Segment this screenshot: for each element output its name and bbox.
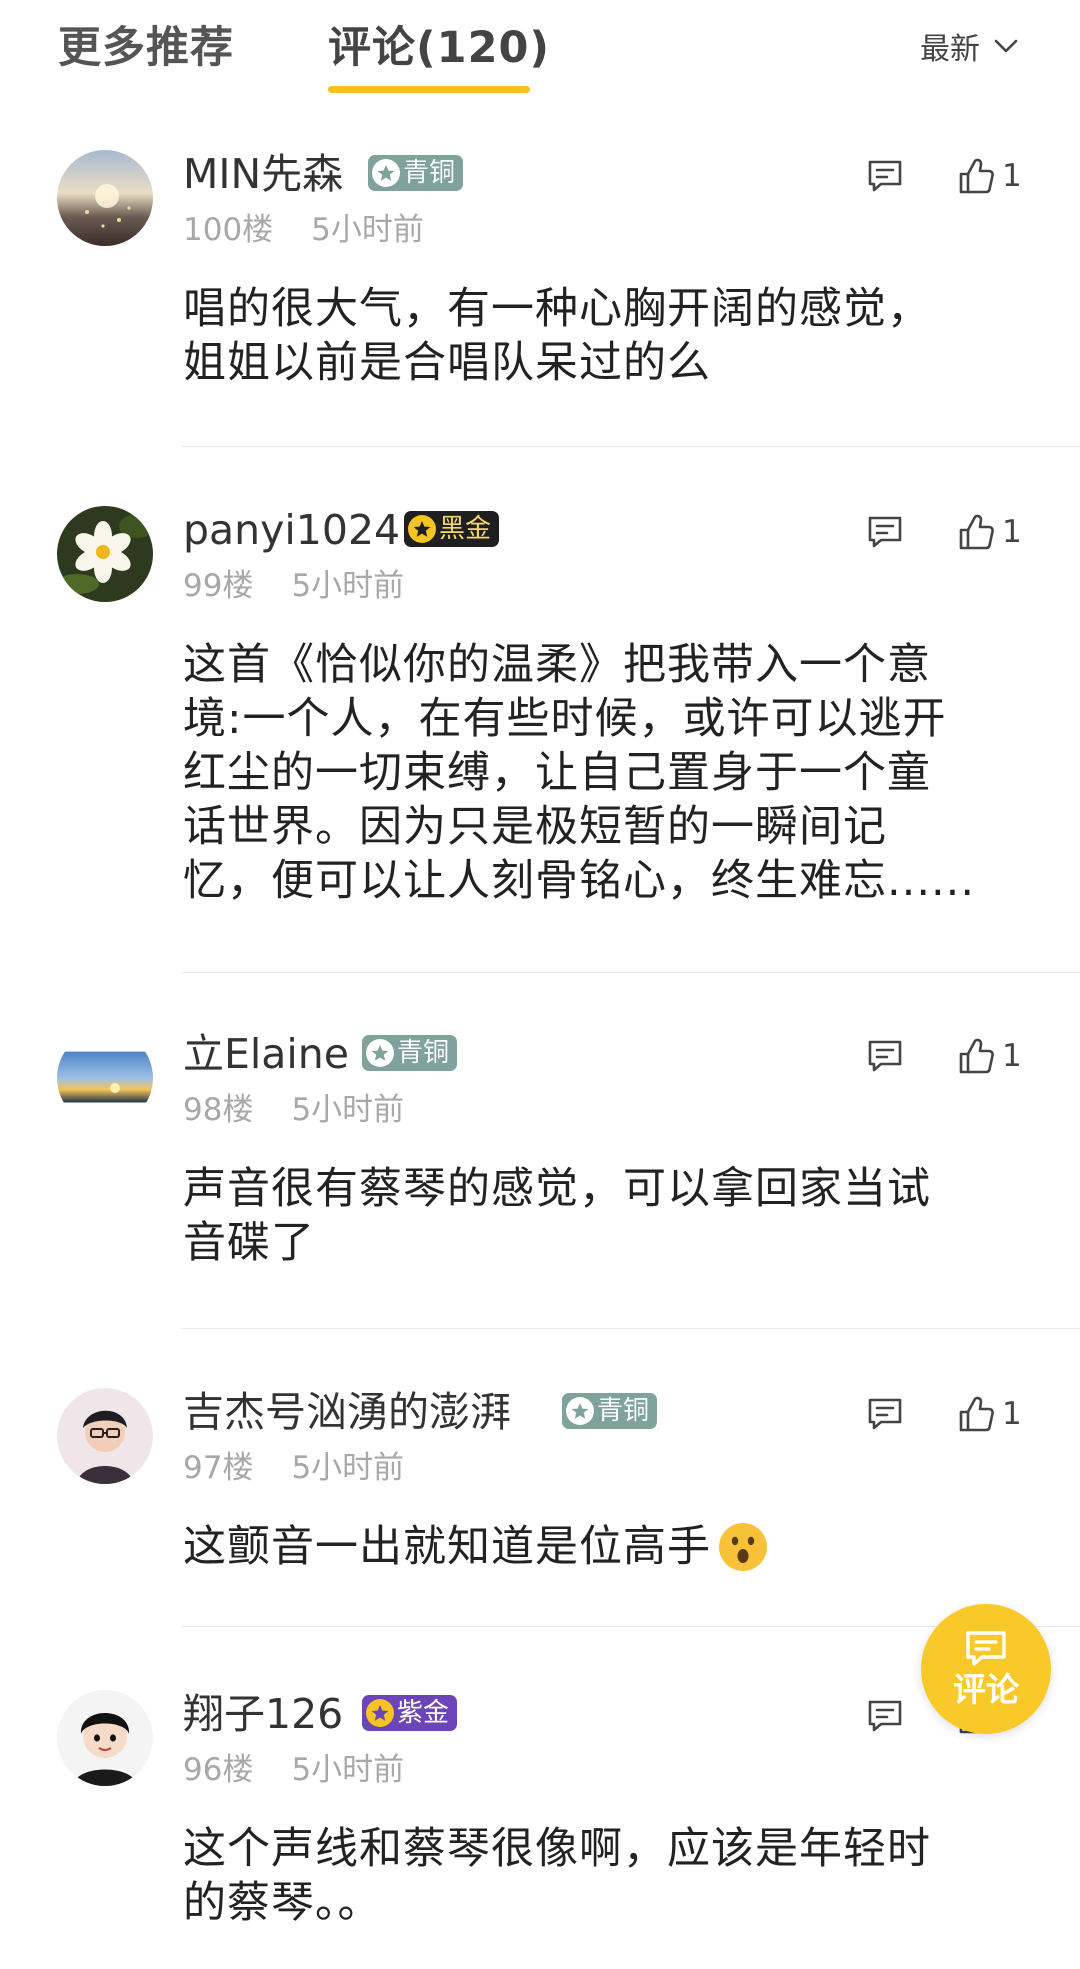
reply-icon[interactable] [866,1038,904,1074]
level-badge: 青铜 [368,155,464,191]
badge-label: 紫金 [397,1698,450,1728]
star-badge-icon [408,515,436,543]
badge-label: 青铜 [597,1396,650,1426]
reply-icon[interactable] [866,1396,904,1432]
divider [181,446,1080,447]
star-badge-icon [372,159,400,187]
like-count: 1 [1002,158,1022,194]
sort-selected-label: 最新 [920,32,980,67]
sort-dropdown[interactable]: 最新 [920,24,1018,68]
avatar[interactable] [57,1388,153,1484]
comment-meta: 97楼 5小时前 [183,1448,404,1488]
comment-meta: 96楼 5小时前 [183,1750,404,1790]
like-count: 1 [1002,1396,1022,1432]
username[interactable]: MIN先森 [183,146,343,202]
write-comment-button[interactable]: 评论 [921,1604,1051,1734]
username[interactable]: 翔子126 [183,1686,343,1742]
reply-icon[interactable] [866,158,904,194]
like-button[interactable]: 1 [958,156,1022,196]
thumbs-up-icon [959,1038,994,1074]
comment-text: 这颤音一出就知道是位高手 [183,1520,1028,1574]
divider [181,972,1080,973]
write-comment-label: 评论 [953,1670,1019,1709]
avatar[interactable] [57,150,153,246]
active-tab-indicator [328,86,530,93]
like-button[interactable]: 1 [958,1036,1022,1076]
floor-number: 96楼 [183,1752,254,1788]
comment-bubble-icon [966,1631,1006,1666]
comment-text: 声音很有蔡琴的感觉，可以拿回家当试 音碟了 [183,1164,931,1268]
post-time: 5小时前 [291,1092,405,1128]
comment-text: 唱的很大气，有一种心胸开阔的感觉， 姐姐以前是合唱队呆过的么 [183,284,931,388]
floor-number: 99楼 [183,568,254,604]
thumbs-up-icon [959,158,994,194]
like-button[interactable]: 1 [958,512,1022,552]
level-badge: 黑金 [404,511,500,547]
username[interactable]: panyi1024 [183,502,400,558]
avatar[interactable] [57,1690,153,1786]
post-time: 5小时前 [291,1752,405,1788]
avatar[interactable] [57,1030,153,1126]
post-time: 5小时前 [311,212,424,248]
like-count: 1 [1002,1038,1022,1074]
comment-meta: 98楼 5小时前 [183,1090,404,1130]
top-tab-bar: 更多推荐 评论(120) 最新 [0,0,1080,110]
avatar[interactable] [57,506,153,602]
chevron-down-icon [994,39,1018,53]
level-badge: 紫金 [362,1695,458,1731]
badge-label: 青铜 [403,158,456,188]
star-badge-icon [566,1397,594,1425]
astonished-face-emoji-icon [719,1523,767,1571]
floor-number: 100楼 [183,212,274,248]
divider [181,1328,1080,1329]
badge-label: 黑金 [439,514,492,544]
star-badge-icon [366,1039,394,1067]
comment-text-body: 这颤音一出就知道是位高手 [183,1522,711,1572]
post-time: 5小时前 [291,1450,405,1486]
floor-number: 97楼 [183,1450,254,1486]
comment-meta: 100楼 5小时前 [183,210,424,250]
floor-number: 98楼 [183,1092,254,1128]
comment-meta: 99楼 5小时前 [183,566,404,606]
reply-icon[interactable] [866,514,904,550]
like-button[interactable]: 1 [958,1394,1022,1434]
comment-text: 这个声线和蔡琴很像啊，应该是年轻时 的蔡琴。。 [183,1824,931,1928]
post-time: 5小时前 [291,568,405,604]
comment-text: 这首《恰似你的温柔》把我带入一个意 境:一个人，在有些时候，或许可以逃开 红尘的… [183,640,976,906]
star-badge-icon [366,1699,394,1727]
tab-comments[interactable]: 评论(120) [328,18,550,78]
thumbs-up-icon [959,1396,994,1432]
like-count: 1 [1002,514,1022,550]
reply-icon[interactable] [866,1698,904,1734]
level-badge: 青铜 [362,1035,458,1071]
level-badge: 青铜 [562,1393,658,1429]
username[interactable]: 立Elaine [183,1026,349,1082]
username[interactable]: 吉杰号汹湧的澎湃 [183,1384,511,1440]
tab-more-recommendations[interactable]: 更多推荐 [58,18,234,78]
badge-label: 青铜 [397,1038,450,1068]
thumbs-up-icon [959,514,994,550]
